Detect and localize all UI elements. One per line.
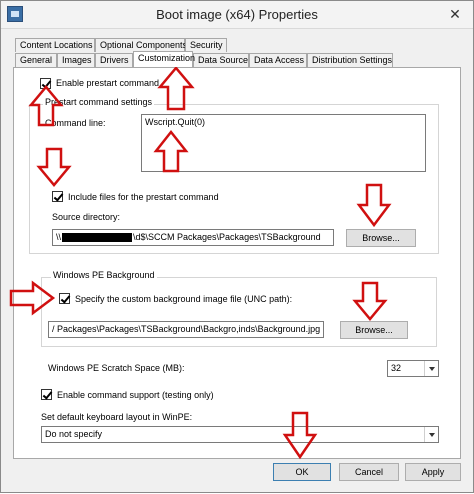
annotation-arrow-up-icon [153, 129, 189, 173]
annotation-arrow-right-icon [9, 280, 56, 316]
annotation-arrow-up-icon [28, 85, 64, 127]
annotation-arrow-up-icon [157, 66, 195, 111]
tab-customization[interactable]: Customization [133, 51, 195, 67]
annotation-layer [9, 66, 392, 460]
annotation-arrow-down-icon [352, 281, 388, 321]
annotation-arrow-down-icon [282, 411, 318, 460]
annotation-arrow-down-icon [356, 183, 392, 228]
properties-window: Boot image (x64) Properties ✕ Content Lo… [0, 0, 474, 493]
annotation-arrow-down-icon [36, 147, 72, 187]
